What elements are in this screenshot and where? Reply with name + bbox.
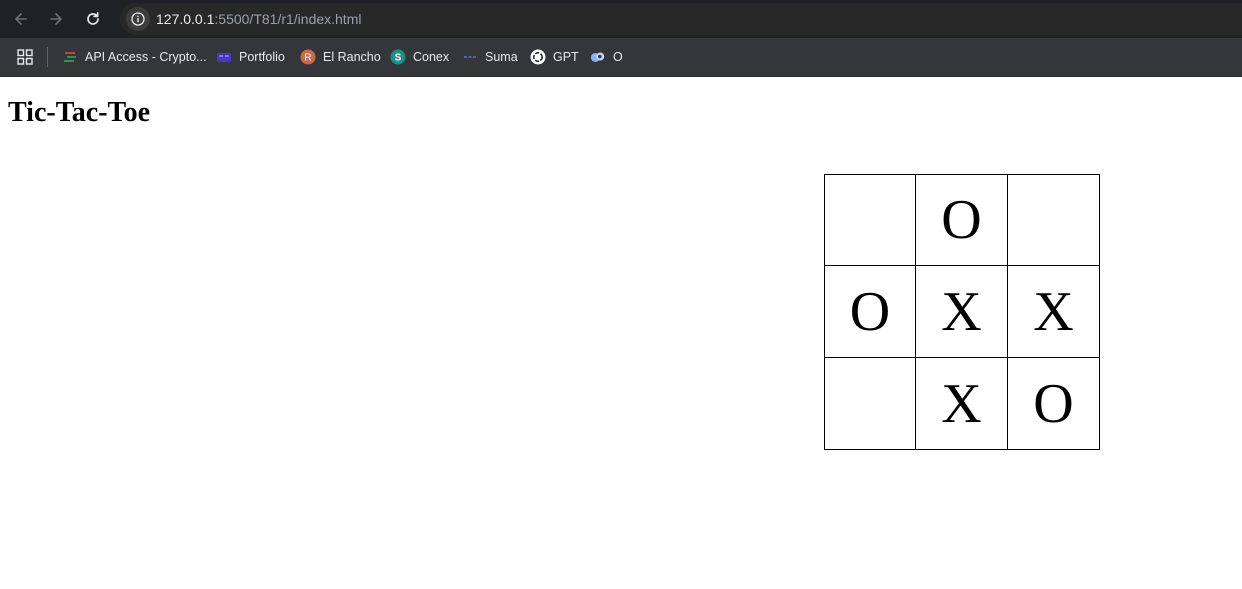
bookmarks-bar: API Access - Crypto... Portfolio R El Ra… (0, 38, 1242, 77)
bookmark-label: Portfolio (239, 50, 285, 64)
bookmark-conex[interactable]: S Conex (390, 47, 449, 67)
bookmark-api-access[interactable]: API Access - Crypto... (62, 47, 207, 67)
board-cell[interactable]: O (1008, 358, 1100, 450)
portfolio-icon (216, 49, 232, 65)
browser-toolbar: 127.0.0.1:5500/T81/r1/index.html (0, 0, 1242, 38)
reload-icon (87, 12, 99, 25)
board-cell[interactable]: X (916, 358, 1008, 450)
reload-button[interactable] (80, 6, 106, 32)
apps-grid-icon (17, 49, 33, 65)
apps-button[interactable] (17, 49, 33, 65)
svg-text:R: R (304, 53, 311, 64)
bookmark-label: O (613, 50, 623, 64)
letter-r-icon: R (300, 49, 316, 65)
back-button[interactable] (8, 6, 34, 32)
board-cell[interactable] (824, 174, 916, 266)
blob-icon (590, 49, 606, 65)
bookmark-label: Suma (485, 50, 518, 64)
arrow-left-icon (15, 13, 27, 25)
bookmarks-separator (47, 47, 48, 67)
board-cell[interactable]: O (916, 174, 1008, 266)
url-host: 127.0.0.1 (156, 11, 215, 27)
bookmark-gpt[interactable]: GPT (530, 47, 579, 67)
stacked-lines-icon (62, 49, 78, 65)
tic-tac-toe-board: O O X X X O (824, 174, 1100, 450)
board-cell[interactable]: O (824, 266, 916, 358)
board-cell[interactable]: X (1008, 266, 1100, 358)
info-icon (131, 12, 145, 26)
arrow-right-icon (50, 13, 62, 25)
letter-s-icon: S (390, 49, 406, 65)
board-cell[interactable]: X (916, 266, 1008, 358)
site-info-button[interactable] (126, 7, 150, 31)
bookmark-label: GPT (553, 50, 579, 64)
bookmark-portfolio[interactable]: Portfolio (216, 47, 285, 67)
bookmark-label: API Access - Crypto... (85, 50, 207, 64)
bookmark-el-rancho[interactable]: R El Rancho (300, 47, 381, 67)
openai-icon (530, 49, 546, 65)
page-title: Tic-Tac-Toe (8, 97, 151, 128)
dash-icon (462, 49, 478, 65)
svg-text:S: S (395, 53, 402, 64)
bookmark-o[interactable]: O (590, 47, 623, 67)
board-cell[interactable] (824, 358, 916, 450)
bookmark-label: El Rancho (323, 50, 381, 64)
bookmark-suma[interactable]: Suma (462, 47, 518, 67)
url-text[interactable]: 127.0.0.1:5500/T81/r1/index.html (156, 11, 361, 27)
address-bar[interactable]: 127.0.0.1:5500/T81/r1/index.html (120, 3, 1242, 35)
forward-button[interactable] (43, 6, 69, 32)
url-path: :5500/T81/r1/index.html (214, 11, 362, 27)
bookmark-label: Conex (413, 50, 450, 64)
board-cell[interactable] (1008, 174, 1100, 266)
